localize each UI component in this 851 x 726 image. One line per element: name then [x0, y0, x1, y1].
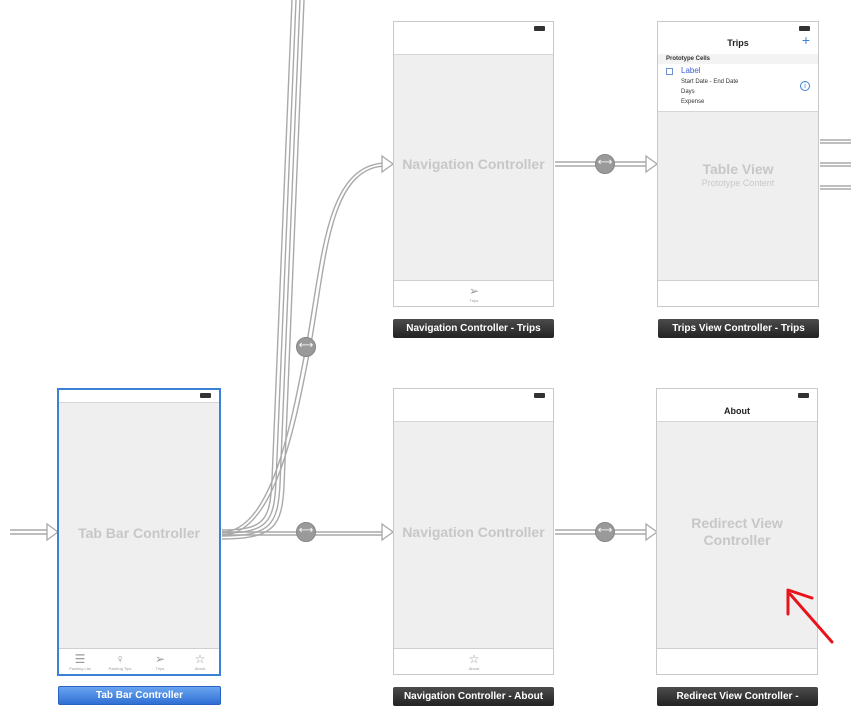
tab-bar[interactable]: ☰ Packing List ♀ Packing Tips ➢ Trips ☆ … [59, 648, 219, 674]
tab-label: Trips [155, 666, 165, 671]
cell-subtitle: Days [681, 89, 695, 95]
tab-packing-list[interactable]: ☰ Packing List [61, 653, 99, 672]
battery-icon [200, 393, 211, 398]
tab-bar-controller-scene[interactable]: Tab Bar Controller ☰ Packing List ♀ Pack… [57, 388, 221, 676]
navigation-bar [394, 22, 553, 55]
scene-title: Tab Bar Controller [78, 525, 200, 541]
tab-bar: ➢ Trips [394, 280, 553, 306]
annotation-arrow-icon [786, 588, 834, 644]
relationship-segue-icon[interactable] [595, 154, 615, 174]
battery-icon [534, 393, 545, 398]
cell-label: Label [681, 66, 701, 75]
trips-view-controller-label[interactable]: Trips View Controller - Trips [658, 319, 819, 338]
lightbulb-icon: ♀ [115, 652, 125, 666]
tab-trips[interactable]: ➢ Trips [141, 653, 179, 672]
battery-icon [534, 26, 545, 31]
cell-subtitle: Expense [681, 99, 705, 105]
tab-bar-controller-label[interactable]: Tab Bar Controller [58, 686, 221, 705]
cell-subtitle: Start Date - End Date [681, 79, 739, 85]
star-icon: ☆ [468, 652, 480, 666]
tab-trips: ➢ Trips [455, 285, 493, 304]
info-icon[interactable]: i [800, 81, 810, 91]
tab-label: Packing List [69, 666, 91, 671]
scene-title: Navigation Controller [402, 524, 545, 540]
tab-bar [657, 648, 817, 674]
tab-packing-tips[interactable]: ♀ Packing Tips [101, 653, 139, 672]
navigation-controller-trips-scene[interactable]: Navigation Controller ➢ Trips [393, 21, 554, 307]
relationship-segue-icon[interactable] [296, 522, 316, 542]
navigation-controller-trips-label[interactable]: Navigation Controller - Trips [393, 319, 554, 338]
list-icon: ☰ [74, 652, 86, 666]
paper-plane-icon: ➢ [154, 652, 166, 666]
status-bar [59, 390, 219, 403]
scene-title: Navigation Controller [402, 156, 545, 172]
navigation-bar: Trips + [658, 22, 818, 55]
tab-label: About [468, 666, 480, 671]
tab-about[interactable]: ☆ About [181, 653, 219, 672]
nav-title: Trips [727, 38, 749, 48]
star-icon: ☆ [194, 652, 206, 666]
navigation-bar [394, 389, 553, 422]
relationship-segue-icon[interactable] [595, 522, 615, 542]
tab-bar: ☆ About [394, 648, 553, 674]
nav-title: About [724, 406, 750, 416]
table-view-subtitle: Prototype Content [701, 178, 775, 188]
redirect-view-controller-label[interactable]: Redirect View Controller - [657, 687, 818, 706]
table-view-title: Table View [702, 161, 774, 177]
prototype-cell-area[interactable]: Prototype Cells Label Start Date - End D… [658, 54, 818, 112]
trips-view-controller-scene[interactable]: Trips + Prototype Cells Label Start Date… [657, 21, 819, 307]
navigation-controller-about-scene[interactable]: Navigation Controller ☆ About [393, 388, 554, 675]
battery-icon [799, 26, 810, 31]
navigation-controller-about-label[interactable]: Navigation Controller - About [393, 687, 554, 706]
tab-label: Trips [469, 298, 479, 303]
tab-about: ☆ About [455, 653, 493, 672]
battery-icon [798, 393, 809, 398]
paper-plane-icon: ➢ [468, 284, 480, 298]
prototype-cells-header: Prototype Cells [658, 54, 818, 64]
navigation-bar: About [657, 389, 817, 422]
cell-content-icon [666, 68, 673, 75]
tab-bar [658, 280, 818, 306]
storyboard-canvas[interactable]: Tab Bar Controller ☰ Packing List ♀ Pack… [0, 0, 851, 726]
tab-label: Packing Tips [108, 666, 132, 671]
scene-title: Redirect View Controller [691, 515, 783, 548]
add-button[interactable]: + [802, 32, 810, 48]
tab-label: About [194, 666, 206, 671]
relationship-segue-icon[interactable] [296, 337, 316, 357]
